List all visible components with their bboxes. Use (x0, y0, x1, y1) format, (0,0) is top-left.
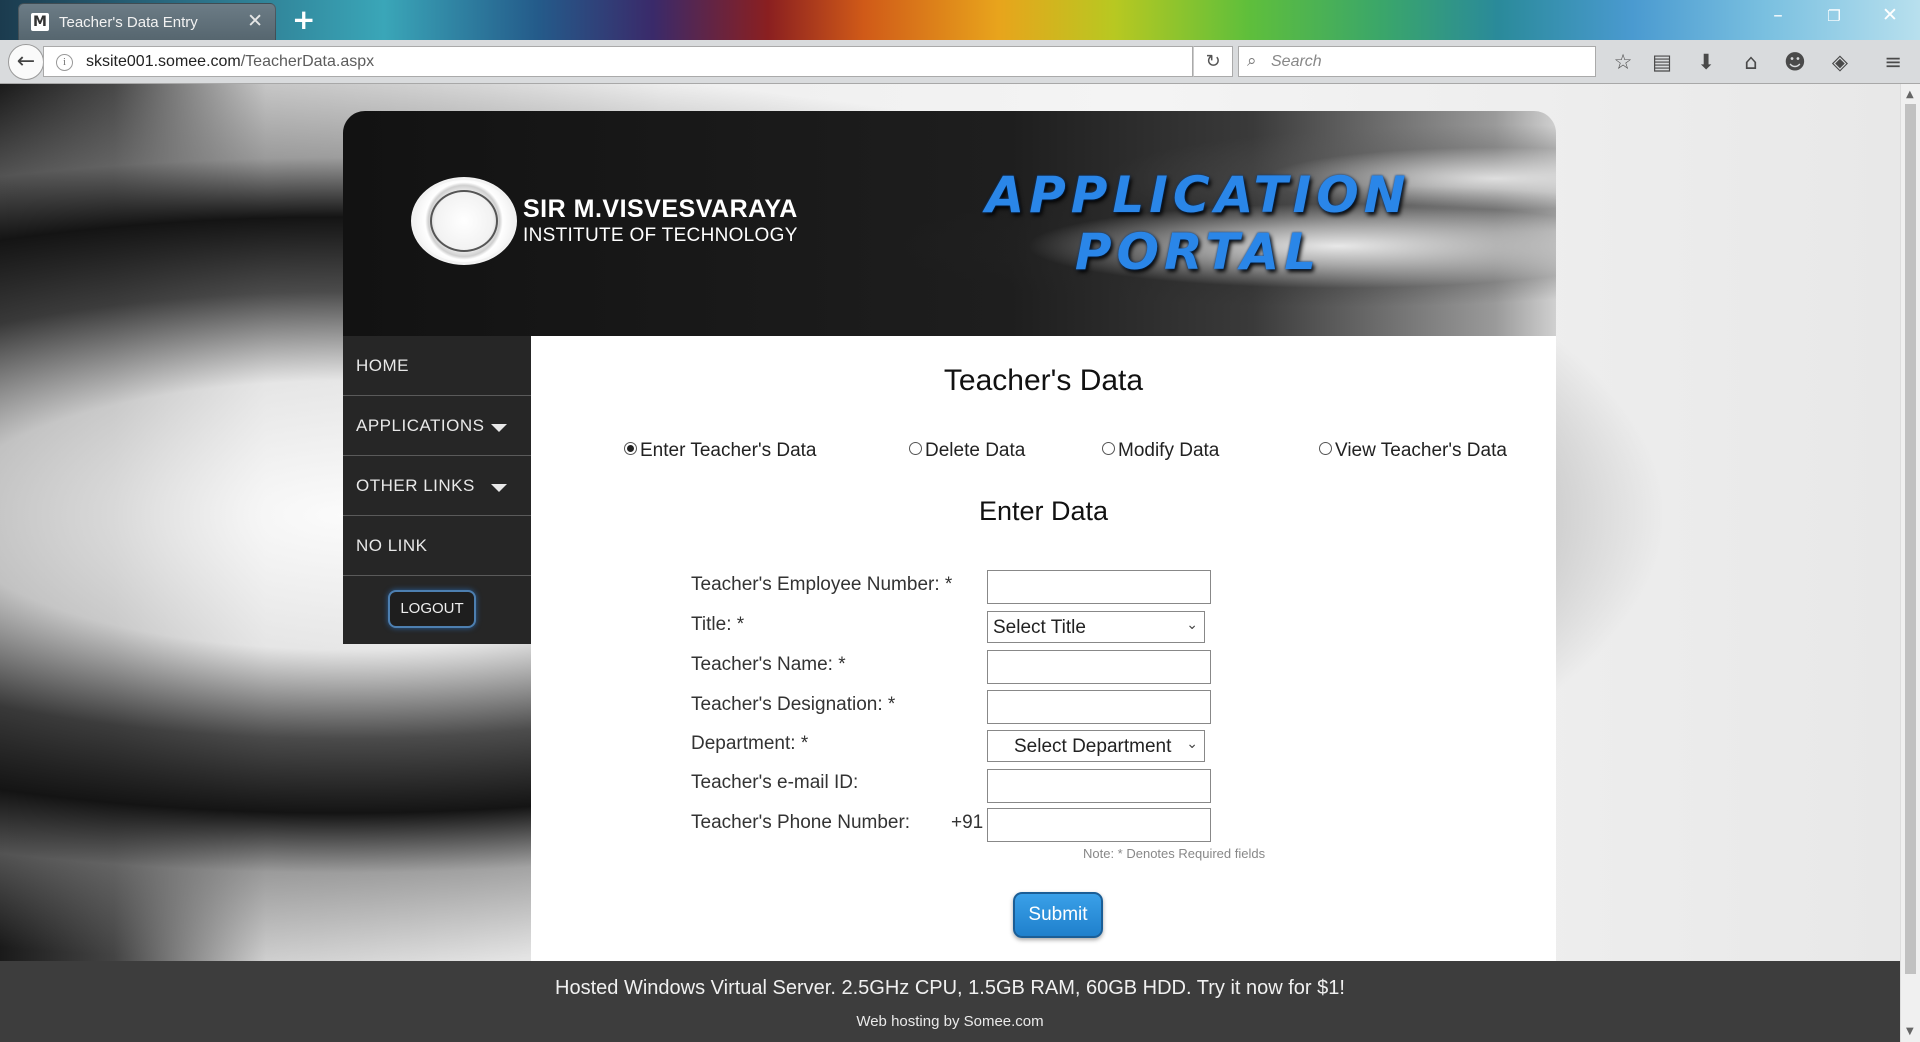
hosting-ad-footer: Hosted Windows Virtual Server. 2.5GHz CP… (0, 961, 1900, 1042)
title-label: Title: * (691, 614, 745, 635)
designation-label: Teacher's Designation: * (691, 694, 896, 715)
name-label: Teacher's Name: * (691, 654, 846, 675)
employee-number-label: Teacher's Employee Number: * (691, 574, 953, 595)
hosting-ad-link[interactable]: Hosted Windows Virtual Server. 2.5GHz CP… (0, 977, 1900, 1000)
institute-name-line1: SIR M.VISVESVARAYA (523, 195, 798, 223)
designation-field[interactable] (987, 690, 1211, 724)
restore-icon[interactable]: ❐ (1814, 7, 1854, 25)
logout-button[interactable]: LOGOUT (388, 590, 476, 628)
institute-name-line2: INSTITUTE OF TECHNOLOGY (523, 225, 798, 246)
section-title: Enter Data (978, 496, 1109, 526)
department-select[interactable]: Select Department ⌄ (987, 730, 1205, 762)
sidebar-item-other-links[interactable]: OTHER LINKS (343, 456, 531, 516)
phone-label: Teacher's Phone Number: (691, 812, 911, 833)
main-content: Teacher's Data Enter Teacher's Data Dele… (531, 336, 1556, 966)
home-icon[interactable]: ⌂ (1734, 48, 1768, 76)
tab-title: Teacher's Data Entry (59, 14, 198, 31)
page-title: Teacher's Data (943, 364, 1144, 397)
phone-field[interactable] (987, 808, 1211, 842)
sidebar-item-label: NO LINK (356, 536, 428, 555)
tab-close-icon[interactable]: ✕ (247, 10, 263, 32)
new-tab-plus-icon[interactable]: + (292, 3, 315, 36)
scrollbar-thumb[interactable] (1905, 104, 1916, 974)
radio-selected-icon[interactable] (624, 442, 637, 456)
email-field[interactable] (987, 769, 1211, 803)
sidebar-item-label: OTHER LINKS (356, 476, 475, 495)
sidebar-item-label: HOME (356, 356, 409, 375)
address-bar[interactable]: i sksite001.somee.com/TeacherData.aspx (43, 46, 1193, 77)
radio-unselected-icon[interactable] (1102, 442, 1115, 456)
radio-modify-data[interactable]: Modify Data (1102, 440, 1219, 462)
radio-label: Delete Data (925, 440, 1026, 461)
minimize-icon[interactable]: – (1758, 4, 1798, 26)
caret-down-icon (491, 424, 507, 432)
chevron-down-icon: ⌄ (1186, 616, 1198, 632)
title-select[interactable]: Select Title ⌄ (987, 611, 1205, 643)
sidebar-item-home[interactable]: HOME (343, 336, 531, 396)
download-icon[interactable]: ⬇ (1689, 48, 1723, 76)
site-header: SIR M.VISVESVARAYA INSTITUTE OF TECHNOLO… (343, 111, 1556, 336)
page-viewport: SIR M.VISVESVARAYA INSTITUTE OF TECHNOLO… (0, 84, 1900, 1042)
radio-unselected-icon[interactable] (909, 442, 922, 456)
bookmark-star-icon[interactable]: ☆ (1606, 48, 1640, 76)
radio-enter-data[interactable]: Enter Teacher's Data (624, 440, 816, 462)
logout-container: LOGOUT (343, 576, 531, 644)
required-fields-note: Note: * Denotes Required fields (1083, 846, 1266, 861)
name-field[interactable] (987, 650, 1211, 684)
search-placeholder: Search (1271, 53, 1322, 70)
email-label: Teacher's e-mail ID: (691, 772, 859, 793)
submit-button[interactable]: Submit (1013, 892, 1103, 938)
browser-tab-strip: M Teacher's Data Entry ✕ + – ❐ ✕ (0, 0, 1920, 40)
radio-label: View Teacher's Data (1335, 440, 1507, 461)
scroll-up-icon[interactable]: ▲ (1906, 89, 1914, 100)
window-close-icon[interactable]: ✕ (1870, 4, 1910, 26)
browser-toolbar: ← i sksite001.somee.com/TeacherData.aspx… (0, 40, 1920, 84)
search-input[interactable]: ⌕ Search (1238, 46, 1596, 77)
sidebar-item-no-link[interactable]: NO LINK (343, 516, 531, 576)
phone-country-code: +91 (951, 812, 984, 833)
portal-title-line2: PORTAL (1074, 223, 1322, 281)
portal-banner-title: APPLICATION PORTAL (958, 167, 1438, 281)
info-icon[interactable]: i (56, 54, 73, 71)
seal-emblem (430, 190, 498, 252)
url-path: /TeacherData.aspx (240, 53, 375, 70)
institute-seal-icon (411, 177, 517, 265)
reload-icon[interactable]: ↻ (1193, 46, 1233, 77)
radio-delete-data[interactable]: Delete Data (909, 440, 1025, 462)
web-hosting-link[interactable]: Web hosting by Somee.com (0, 1013, 1900, 1030)
sidebar-item-applications[interactable]: APPLICATIONS (343, 396, 531, 456)
search-icon: ⌕ (1247, 51, 1257, 71)
sidebar-nav: HOME APPLICATIONS OTHER LINKS NO LINK LO… (343, 336, 531, 644)
url-host: sksite001.somee.com (86, 53, 241, 70)
vertical-scrollbar[interactable]: ▲ ▼ (1900, 84, 1920, 1042)
radio-view-data[interactable]: View Teacher's Data (1319, 440, 1507, 462)
radio-label: Modify Data (1118, 440, 1220, 461)
department-label: Department: * (691, 733, 809, 754)
caret-down-icon (491, 484, 507, 492)
menu-icon[interactable]: ≡ (1876, 48, 1910, 76)
title-select-value: Select Title (993, 617, 1086, 638)
radio-label: Enter Teacher's Data (640, 440, 817, 461)
hello-chat-icon[interactable]: ☻ (1778, 48, 1812, 76)
url-text: sksite001.somee.com/TeacherData.aspx (86, 53, 374, 71)
scroll-down-icon[interactable]: ▼ (1906, 1026, 1914, 1037)
employee-number-field[interactable] (987, 570, 1211, 604)
back-arrow-icon[interactable]: ← (8, 44, 44, 80)
browser-tab[interactable]: M Teacher's Data Entry ✕ (18, 3, 276, 40)
chevron-down-icon: ⌄ (1186, 735, 1198, 751)
portal-title-line1: APPLICATION (985, 166, 1411, 224)
favicon-icon: M (31, 13, 49, 31)
pocket-icon[interactable]: ◈ (1823, 48, 1857, 76)
reading-list-icon[interactable]: ▤ (1645, 48, 1679, 76)
sidebar-item-label: APPLICATIONS (356, 416, 485, 435)
radio-unselected-icon[interactable] (1319, 442, 1332, 456)
department-select-value: Select Department (1014, 736, 1172, 757)
